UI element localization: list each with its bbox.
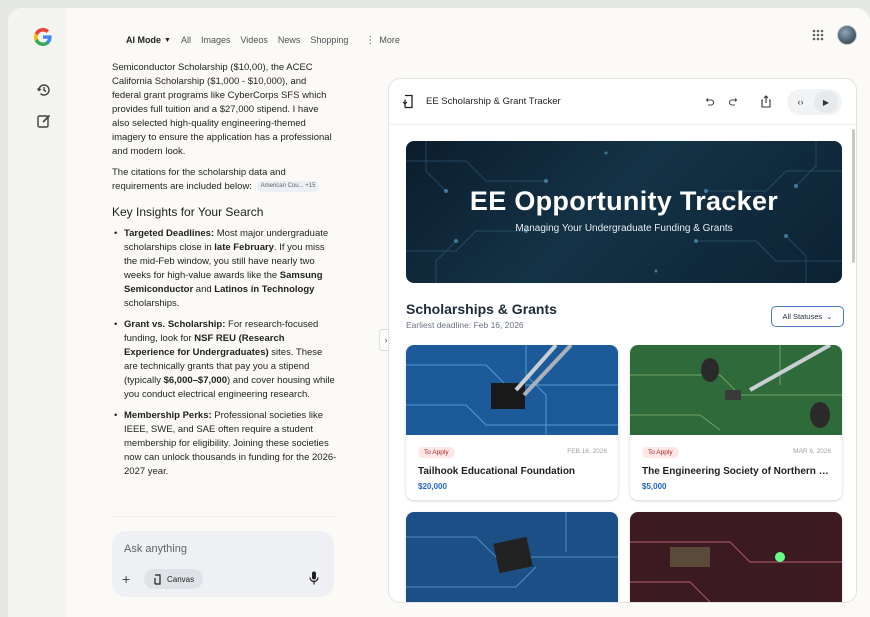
chat-response: Semiconductor Scholarship ($10,00), the … [112,61,337,486]
hero-title: EE Opportunity Tracker [469,186,779,216]
canvas-tool-button[interactable]: Canvas [144,569,204,589]
ai-mode-tab[interactable]: AI Mode ▼ [126,35,171,45]
hero-banner: EE Opportunity Tracker Managing Your Und… [406,141,842,283]
scholarship-name: The Engineering Society of Northern Mich… [642,466,834,477]
scholarship-card[interactable] [630,512,842,602]
circuit-board-image [630,345,842,435]
insights-list: Targeted Deadlines: Most major undergrad… [112,227,337,479]
list-item: Targeted Deadlines: Most major undergrad… [114,227,337,311]
new-chat-icon[interactable] [36,113,52,129]
bullet-text: scholarships. [124,298,180,309]
tab-all[interactable]: All [181,35,191,45]
code-preview-toggle[interactable]: ‹› ▶ [787,89,842,115]
bullet-bold: late February [214,242,274,253]
circuit-board-image [630,512,842,602]
preview-play-icon[interactable]: ▶ [814,91,838,113]
mic-icon[interactable] [309,571,319,585]
scrollbar[interactable] [852,129,855,263]
hero-subtitle: Managing Your Undergraduate Funding & Gr… [515,223,733,234]
canvas-header: EE Scholarship & Grant Tracker ‹› ▶ [389,79,856,125]
scholarship-amount: $5,000 [642,482,667,491]
code-icon[interactable]: ‹› [787,97,814,107]
more-label: More [379,35,400,45]
canvas-label: Canvas [167,574,195,584]
status-badge: To Apply [642,447,679,458]
deadline-date: MAR 6, 2026 [793,448,831,455]
bullet-bold: $6,000–$7,000 [163,375,227,386]
scholarship-card[interactable] [406,512,618,602]
tab-images[interactable]: Images [201,35,231,45]
avatar[interactable] [837,25,857,45]
list-item: Grant vs. Scholarship: For research-focu… [114,318,337,402]
circuit-board-image [406,345,618,435]
bullet-label: Targeted Deadlines: [124,228,215,239]
ai-mode-label: AI Mode [126,35,161,45]
redo-icon[interactable] [729,97,739,107]
search-tabs: AI Mode ▼ All Images Videos News Shoppin… [126,35,400,45]
circuit-board-image [406,512,618,602]
scholarship-amount: $20,000 [418,482,447,491]
canvas-panel: EE Scholarship & Grant Tracker ‹› ▶ EE O… [388,78,857,603]
status-badge: To Apply [418,447,455,458]
bullet-label: Grant vs. Scholarship: [124,319,226,330]
section-title: Scholarships & Grants [406,301,557,317]
dropdown-caret-icon: ▼ [164,36,171,44]
status-filter-select[interactable]: All Statuses ⌄ [771,306,844,327]
tab-news[interactable]: News [278,35,301,45]
status-filter-label: All Statuses [782,312,823,321]
more-vert-icon: ⋮ [365,34,376,46]
add-icon[interactable]: + [122,571,130,587]
card-image [630,512,842,602]
google-logo-icon[interactable] [33,27,53,47]
share-icon[interactable] [761,95,771,108]
card-image [406,512,618,602]
tab-shopping[interactable]: Shopping [310,35,348,45]
response-paragraph: Semiconductor Scholarship ($10,00), the … [112,62,332,157]
history-icon[interactable] [36,82,52,98]
scholarship-card[interactable]: To Apply MAR 6, 2026 The Engineering Soc… [630,345,842,500]
card-image [630,345,842,435]
canvas-icon [154,573,161,585]
list-item: Membership Perks: Professional societies… [114,409,337,479]
ask-box[interactable]: Ask anything + Canvas [112,531,334,597]
tab-more[interactable]: ⋮ More [365,35,400,45]
insights-heading: Key Insights for Your Search [112,205,264,219]
bullet-label: Membership Perks: [124,410,212,421]
citations-paragraph: The citations for the scholarship data a… [112,166,337,194]
chevron-down-icon: ⌄ [826,312,833,321]
ask-input[interactable]: Ask anything [124,543,187,555]
bullet-text: and [193,284,215,295]
card-image [406,345,618,435]
undo-icon[interactable] [704,97,714,107]
canvas-title: EE Scholarship & Grant Tracker [426,96,561,107]
section-subtitle: Earliest deadline: Feb 16, 2026 [406,320,524,330]
divider [112,516,337,517]
canvas-doc-icon [402,94,413,109]
deadline-date: FEB 16, 2026 [567,448,607,455]
citation-chip[interactable]: American Cou... +15 [256,180,320,192]
apps-grid-icon[interactable] [811,28,825,42]
tab-videos[interactable]: Videos [240,35,267,45]
left-rail [8,8,66,617]
scholarship-name: Tailhook Educational Foundation [418,466,576,477]
app-window: AI Mode ▼ All Images Videos News Shoppin… [8,8,870,617]
scholarship-card[interactable]: To Apply FEB 16, 2026 Tailhook Education… [406,345,618,500]
bullet-bold: Latinos in Technology [214,284,315,295]
